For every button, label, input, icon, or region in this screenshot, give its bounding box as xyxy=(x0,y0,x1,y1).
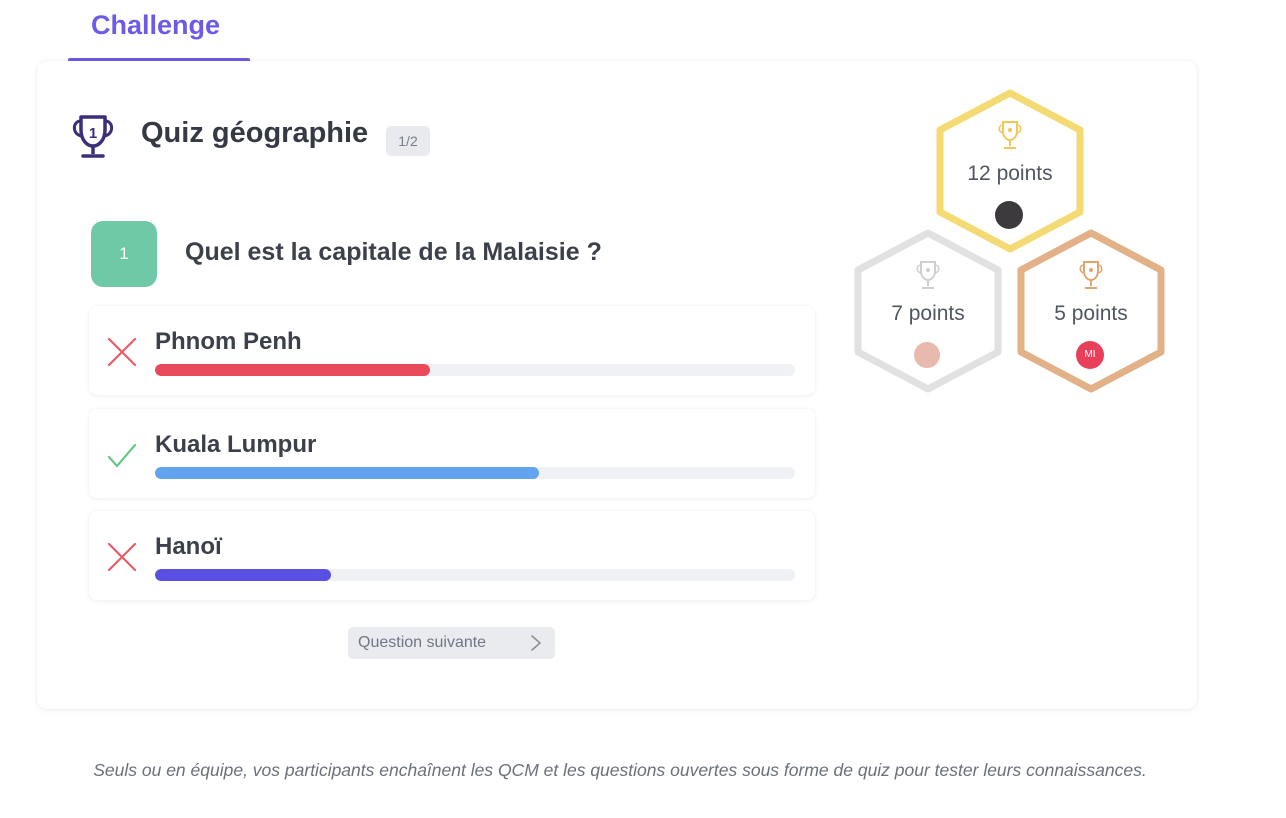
answer-result-fill xyxy=(155,364,431,376)
answer-label: Hanoï xyxy=(155,533,222,560)
trophy-icon xyxy=(998,121,1022,149)
tab-challenge[interactable]: Challenge xyxy=(68,0,250,62)
trophy-icon: 1 xyxy=(72,115,114,158)
cross-icon xyxy=(107,542,137,572)
tab-challenge-label: Challenge xyxy=(91,10,221,40)
answer-result-fill xyxy=(155,467,539,479)
answer-result-bar xyxy=(155,364,795,376)
answer-option-2[interactable]: Kuala Lumpur xyxy=(89,409,815,498)
answer-option-1[interactable]: Phnom Penh xyxy=(89,306,815,395)
trophy-icon xyxy=(1079,261,1103,289)
answer-label: Phnom Penh xyxy=(155,328,302,355)
answer-label: Kuala Lumpur xyxy=(155,431,317,458)
avatar xyxy=(995,201,1023,229)
check-icon xyxy=(107,443,137,468)
question-text: Quel est la capitale de la Malaisie ? xyxy=(185,238,602,266)
answer-result-bar xyxy=(155,467,795,479)
avatar: MI xyxy=(1076,341,1104,369)
quiz-progress-badge: 1/2 xyxy=(386,126,430,156)
points-label: 7 points xyxy=(891,302,965,325)
next-question-button[interactable]: Question suivante xyxy=(348,627,555,659)
points-label: 5 points xyxy=(1054,302,1128,325)
svg-text:1: 1 xyxy=(89,125,97,142)
trophy-icon xyxy=(916,261,940,289)
cross-icon xyxy=(107,337,137,367)
leaderboard-rank-3: 5 points MI xyxy=(1016,228,1166,394)
leaderboard-rank-2: 7 points xyxy=(853,228,1003,394)
quiz-title: Quiz géographie xyxy=(141,117,369,149)
chevron-right-icon xyxy=(531,635,541,651)
next-question-label: Question suivante xyxy=(358,634,487,651)
answer-option-3[interactable]: Hanoï xyxy=(89,511,815,600)
avatar xyxy=(914,342,940,368)
points-label: 12 points xyxy=(967,162,1053,185)
description-caption: Seuls ou en équipe, vos participants enc… xyxy=(93,760,1147,780)
answer-result-fill xyxy=(155,569,331,581)
answer-result-bar xyxy=(155,569,795,581)
question-number-badge: 1 xyxy=(91,221,157,287)
